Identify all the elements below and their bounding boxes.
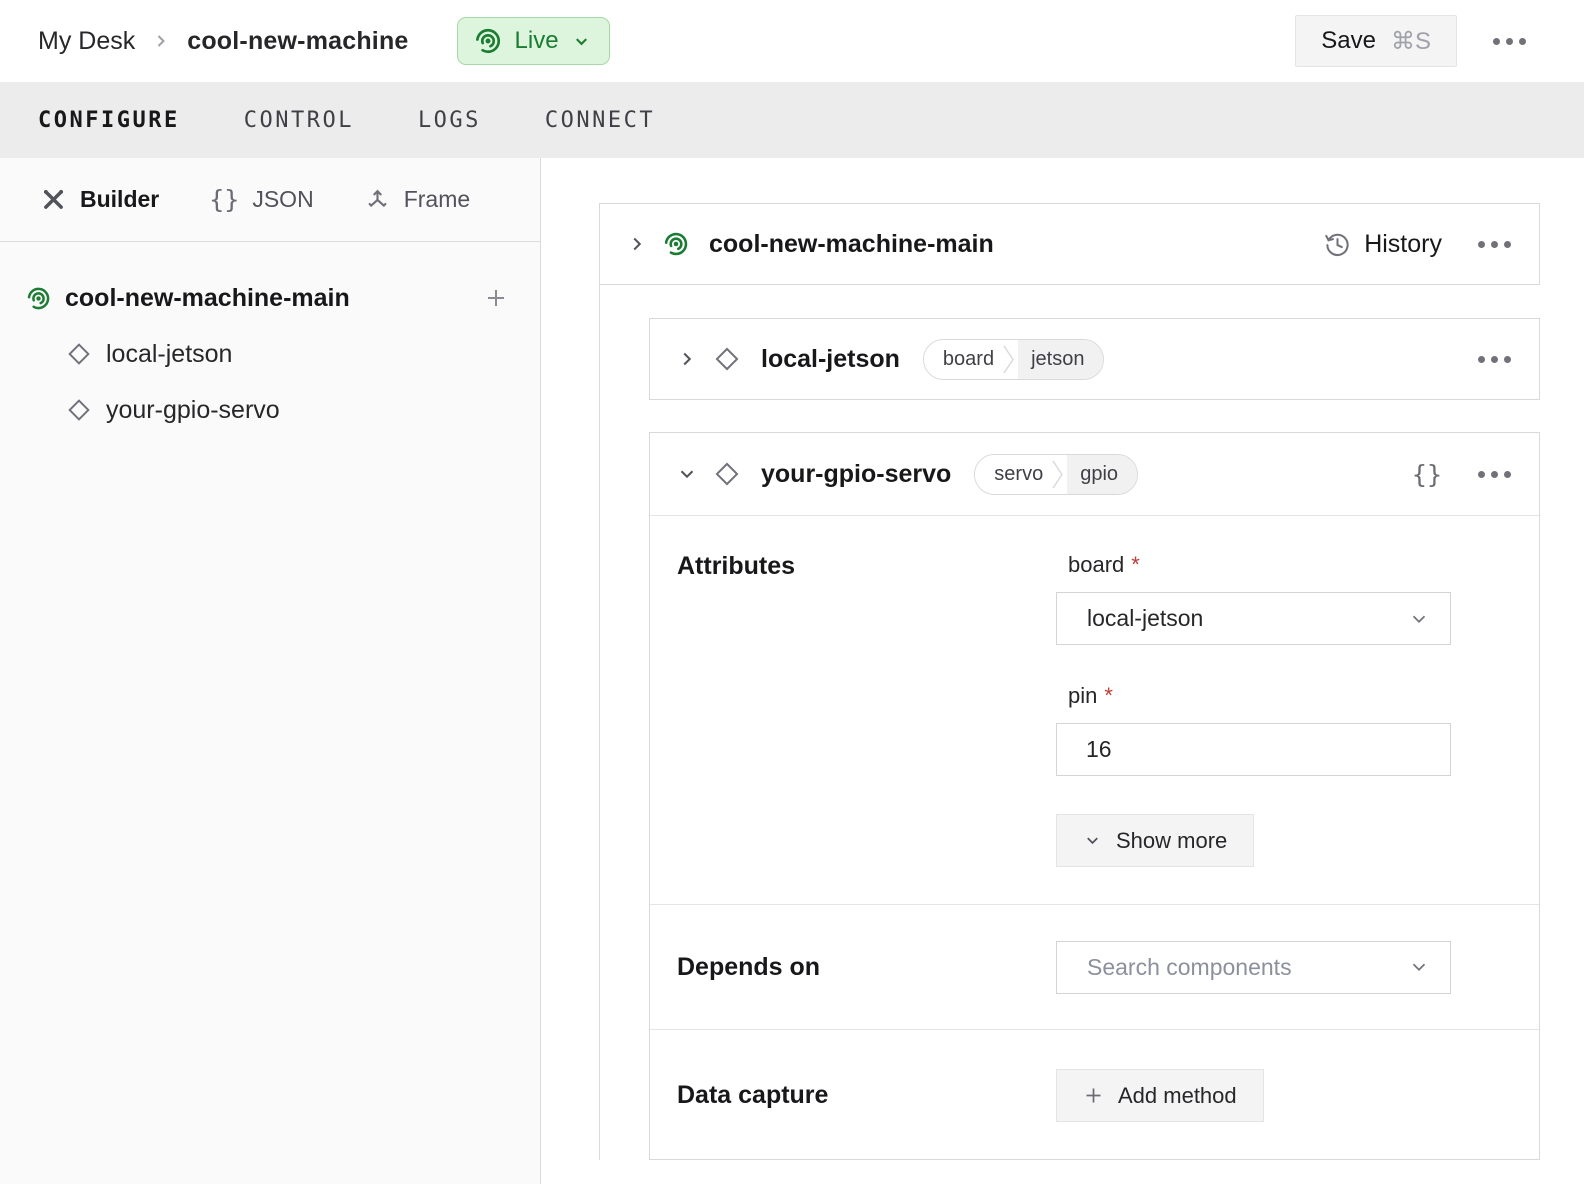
component-model: gpio <box>1067 455 1137 494</box>
chevron-right-icon <box>151 31 171 51</box>
live-label: Live <box>515 27 559 55</box>
tree-item-your-gpio-servo-label: your-gpio-servo <box>106 396 280 425</box>
viam-logo-icon <box>474 27 502 55</box>
component-type-badge: board jetson <box>923 339 1105 380</box>
board-select[interactable]: local-jetson <box>1056 592 1451 645</box>
badge-divider-icon <box>1051 455 1067 494</box>
config-sidebar: Builder {} JSON Frame cool-new-machine-m… <box>0 158 541 1184</box>
component-diamond-icon <box>713 345 741 373</box>
history-label: History <box>1364 230 1442 259</box>
data-capture-section: Data capture Add method <box>650 1029 1539 1161</box>
pin-input[interactable] <box>1056 723 1451 776</box>
tools-icon <box>40 186 67 213</box>
tree-item-local-jetson[interactable]: local-jetson <box>0 326 540 382</box>
chevron-down-icon <box>1408 608 1430 630</box>
plus-icon <box>1083 1085 1104 1106</box>
component-type: board <box>924 340 1002 379</box>
breadcrumb-current: cool-new-machine <box>187 27 408 56</box>
header-menu-button[interactable] <box>1491 32 1528 51</box>
chevron-down-icon <box>676 463 698 485</box>
tab-configure[interactable]: CONFIGURE <box>38 108 180 133</box>
component-name: your-gpio-servo <box>761 460 951 489</box>
save-shortcut: ⌘S <box>1391 27 1431 56</box>
data-capture-heading: Data capture <box>677 1081 1056 1110</box>
machine-tabbar: CONFIGURE CONTROL LOGS CONNECT <box>0 82 1584 158</box>
machine-card-menu-button[interactable] <box>1476 235 1513 254</box>
chevron-down-icon <box>1083 831 1102 850</box>
board-select-value: local-jetson <box>1087 605 1203 632</box>
live-status-badge[interactable]: Live <box>457 17 610 65</box>
tab-logs[interactable]: LOGS <box>418 108 481 133</box>
expand-machine-button[interactable] <box>626 233 648 255</box>
component-type: servo <box>975 455 1051 494</box>
board-field-label: board * <box>1068 552 1451 578</box>
viam-logo-icon <box>663 231 689 257</box>
tree-item-machine-label: cool-new-machine-main <box>65 284 350 313</box>
pin-label-text: pin <box>1068 683 1097 709</box>
mode-json[interactable]: {} JSON <box>209 185 313 214</box>
save-label: Save <box>1321 27 1376 55</box>
tree-connector-line <box>599 285 600 1160</box>
edit-json-icon[interactable]: {} <box>1412 460 1442 489</box>
component-tree: cool-new-machine-main local-jetson your-… <box>0 242 540 438</box>
chevron-down-icon <box>572 32 591 51</box>
mode-json-label: JSON <box>252 186 313 213</box>
tab-connect[interactable]: CONNECT <box>545 108 655 133</box>
header-actions: Save ⌘S <box>1295 15 1528 67</box>
chevron-down-icon <box>1408 956 1430 978</box>
required-marker: * <box>1104 683 1113 709</box>
depends-on-placeholder: Search components <box>1087 954 1292 981</box>
frame-axis-icon <box>364 186 391 213</box>
pin-field-label: pin * <box>1068 683 1451 709</box>
collapse-your-gpio-servo-button[interactable] <box>676 463 698 485</box>
mode-builder-label: Builder <box>80 186 159 213</box>
chevron-right-icon <box>626 233 648 255</box>
depends-on-heading: Depends on <box>677 953 1056 982</box>
attributes-heading: Attributes <box>677 552 1056 904</box>
component-name: local-jetson <box>761 345 900 374</box>
component-diamond-icon <box>713 460 741 488</box>
tree-item-local-jetson-label: local-jetson <box>106 340 232 369</box>
machine-card-title: cool-new-machine-main <box>709 230 994 259</box>
your-gpio-servo-menu-button[interactable] <box>1476 465 1513 484</box>
show-more-button[interactable]: Show more <box>1056 814 1254 867</box>
tab-control[interactable]: CONTROL <box>244 108 354 133</box>
component-diamond-icon <box>66 397 92 423</box>
tree-item-your-gpio-servo[interactable]: your-gpio-servo <box>0 382 540 438</box>
attributes-section: Attributes board * local-jetson pin * <box>650 516 1539 904</box>
breadcrumb: My Desk cool-new-machine <box>38 27 409 56</box>
component-card-local-jetson: local-jetson board jetson <box>649 318 1540 400</box>
history-icon <box>1324 231 1351 258</box>
board-label-text: board <box>1068 552 1124 578</box>
depends-on-section: Depends on Search components <box>650 904 1539 1029</box>
component-card-your-gpio-servo: your-gpio-servo servo gpio {} Attributes… <box>649 432 1540 1160</box>
chevron-right-icon <box>676 348 698 370</box>
builder-canvas: cool-new-machine-main History lo <box>542 158 1584 1184</box>
viam-logo-icon <box>26 286 51 311</box>
machine-card: cool-new-machine-main History <box>599 203 1540 285</box>
breadcrumb-parent[interactable]: My Desk <box>38 27 135 56</box>
mode-frame-label: Frame <box>404 186 470 213</box>
mode-builder[interactable]: Builder <box>40 186 159 213</box>
expand-local-jetson-button[interactable] <box>676 348 698 370</box>
save-button[interactable]: Save ⌘S <box>1295 15 1457 67</box>
view-mode-switcher: Builder {} JSON Frame <box>0 158 540 242</box>
braces-icon: {} <box>209 185 239 214</box>
tree-item-machine[interactable]: cool-new-machine-main <box>0 270 540 326</box>
badge-divider-icon <box>1002 340 1018 379</box>
component-type-badge: servo gpio <box>974 454 1138 495</box>
history-button[interactable]: History <box>1324 230 1442 259</box>
top-header: My Desk cool-new-machine Live Save ⌘S <box>0 0 1584 82</box>
add-method-label: Add method <box>1118 1083 1237 1109</box>
show-more-label: Show more <box>1116 828 1227 854</box>
add-component-icon[interactable] <box>484 286 508 310</box>
required-marker: * <box>1131 552 1140 578</box>
local-jetson-menu-button[interactable] <box>1476 350 1513 369</box>
component-model: jetson <box>1018 340 1103 379</box>
add-method-button[interactable]: Add method <box>1056 1069 1264 1122</box>
mode-frame[interactable]: Frame <box>364 186 470 213</box>
component-diamond-icon <box>66 341 92 367</box>
depends-on-select[interactable]: Search components <box>1056 941 1451 994</box>
